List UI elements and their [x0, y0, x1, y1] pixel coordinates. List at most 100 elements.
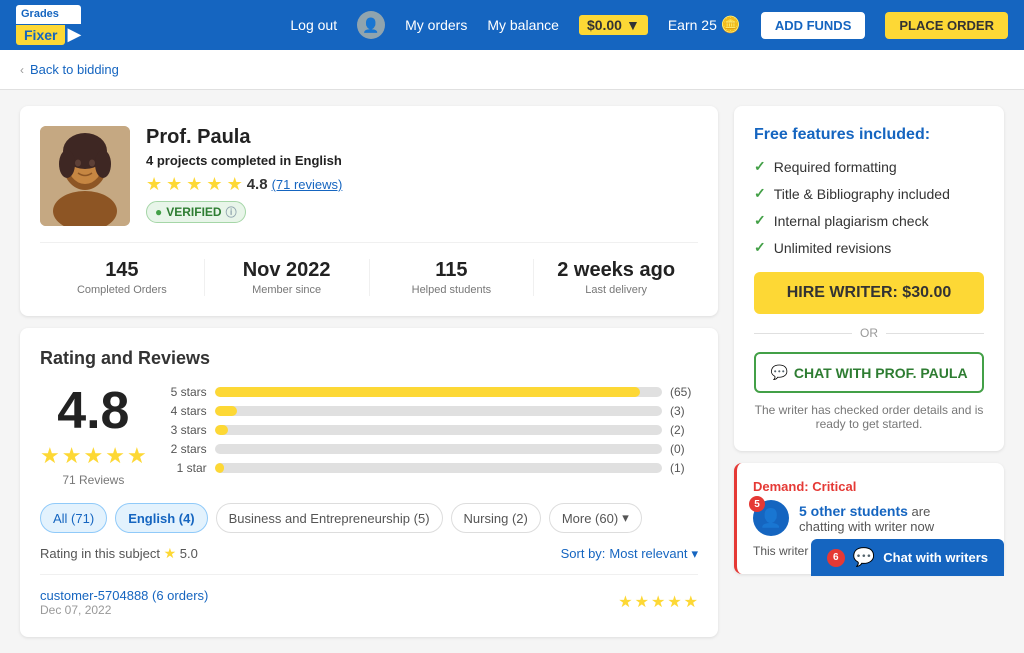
- check-icon-1: ✓: [754, 158, 766, 175]
- demand-label: Demand: Critical: [753, 479, 988, 494]
- writer-name: Prof. Paula: [146, 126, 342, 149]
- bar-count-5: (65): [670, 385, 698, 399]
- star-5: ★: [227, 174, 243, 195]
- big-star-3: ★: [83, 443, 103, 469]
- my-orders-link[interactable]: My orders: [405, 17, 467, 33]
- demand-avatar-icon: 👤: [760, 508, 782, 529]
- profile-image: [40, 126, 130, 226]
- feature-revisions: ✓ Unlimited revisions: [754, 239, 984, 256]
- chat-with-writer-button[interactable]: 💬 CHAT WITH PROF. PAULA: [754, 352, 984, 393]
- logo-grades: Grades: [16, 5, 81, 24]
- big-rating: 4.8 ★ ★ ★ ★ ★ 71 Reviews: [40, 385, 147, 487]
- logo: Grades Fixer ▶: [16, 5, 81, 45]
- stat-num-member: Nov 2022: [205, 259, 369, 282]
- reviews-title: Rating and Reviews: [40, 348, 698, 369]
- stat-completed-orders: 145 Completed Orders: [40, 259, 204, 296]
- rev-star-3: ★: [651, 592, 665, 612]
- info-icon: ⓘ: [226, 204, 237, 220]
- free-features-title: Free features included:: [754, 126, 984, 144]
- balance-dropdown-icon[interactable]: ▼: [626, 17, 640, 33]
- rev-star-2: ★: [635, 592, 649, 612]
- breadcrumb-arrow-icon: ‹: [20, 63, 24, 77]
- review-stars: ★ ★ ★ ★ ★: [618, 592, 698, 612]
- feature-label-4: Unlimited revisions: [774, 240, 891, 256]
- rating-subject-info: Rating in this subject ★ 5.0: [40, 545, 198, 562]
- feature-formatting: ✓ Required formatting: [754, 158, 984, 175]
- rev-star-1: ★: [618, 592, 632, 612]
- bar-row-4: 4 stars (3): [167, 404, 698, 418]
- header-nav: Log out 👤 My orders My balance $0.00 ▼ E…: [290, 11, 1008, 39]
- bar-track-3: [215, 425, 662, 435]
- bar-fill-5: [215, 387, 640, 397]
- demand-info: 👤 5 5 other students arechatting with wr…: [753, 500, 988, 536]
- or-text: OR: [860, 326, 878, 340]
- profile-language: English: [295, 153, 342, 168]
- stat-num-delivery: 2 weeks ago: [534, 259, 698, 282]
- big-star-5: ★: [127, 443, 147, 469]
- reviews-link[interactable]: (71 reviews): [272, 177, 343, 192]
- stat-label-students: Helped students: [370, 284, 534, 296]
- feature-bibliography: ✓ Title & Bibliography included: [754, 185, 984, 202]
- coin-icon: 🪙: [721, 15, 741, 35]
- verified-label: VERIFIED: [166, 205, 221, 219]
- feature-label-2: Title & Bibliography included: [774, 186, 950, 202]
- profile-projects: 4 projects completed in English: [146, 153, 342, 168]
- stat-label-delivery: Last delivery: [534, 284, 698, 296]
- hire-writer-button[interactable]: HIRE WRITER: $30.00: [754, 272, 984, 314]
- verified-badge: ● VERIFIED ⓘ: [146, 201, 246, 223]
- chat-float-label: Chat with writers: [883, 550, 988, 565]
- bar-label-1: 1 star: [167, 461, 207, 475]
- profile-card: Prof. Paula 4 projects completed in Engl…: [20, 106, 718, 316]
- stat-label-member: Member since: [205, 284, 369, 296]
- review-item: customer-5704888 (6 orders) Dec 07, 2022…: [40, 574, 698, 617]
- bar-label-2: 2 stars: [167, 442, 207, 456]
- filter-tab-business[interactable]: Business and Entrepreneurship (5): [216, 503, 443, 533]
- demand-status: Critical: [812, 479, 856, 494]
- bar-count-4: (3): [670, 404, 698, 418]
- demand-text: 5 other students arechatting with writer…: [799, 503, 934, 534]
- rating-subject-row: Rating in this subject ★ 5.0 Sort by: Mo…: [40, 545, 698, 562]
- logout-link[interactable]: Log out: [290, 17, 337, 33]
- avatar[interactable]: 👤: [357, 11, 385, 39]
- big-rating-stars: ★ ★ ★ ★ ★: [40, 443, 147, 469]
- bar-track-5: [215, 387, 662, 397]
- rating-subject-value: 5.0: [180, 546, 198, 561]
- bar-fill-3: [215, 425, 228, 435]
- filter-tabs: All (71) English (4) Business and Entrep…: [40, 503, 698, 533]
- reviews-card: Rating and Reviews 4.8 ★ ★ ★ ★ ★ 71 Revi…: [20, 328, 718, 637]
- bars-container: 5 stars (65) 4 stars (3) 3 stars (2): [167, 385, 698, 480]
- logo-arrow-icon: ▶: [67, 24, 81, 45]
- earn-label: Earn 25: [668, 17, 717, 33]
- bar-count-2: (0): [670, 442, 698, 456]
- demand-text-label: Demand:: [753, 479, 809, 494]
- check-icon-2: ✓: [754, 185, 766, 202]
- left-column: Prof. Paula 4 projects completed in Engl…: [20, 106, 718, 637]
- filter-tab-english[interactable]: English (4): [115, 503, 207, 533]
- bar-fill-1: [215, 463, 224, 473]
- place-order-button[interactable]: PLACE ORDER: [885, 12, 1008, 39]
- profile-stars: ★ ★ ★ ★ ★ 4.8 (71 reviews): [146, 174, 342, 195]
- back-to-bidding-link[interactable]: Back to bidding: [30, 62, 119, 77]
- profile-stats: 145 Completed Orders Nov 2022 Member sin…: [40, 242, 698, 296]
- feature-plagiarism: ✓ Internal plagiarism check: [754, 212, 984, 229]
- balance-badge: $0.00 ▼: [579, 15, 648, 35]
- chat-float-button[interactable]: 6 💬 Chat with writers: [811, 539, 1004, 576]
- big-star-4: ★: [105, 443, 125, 469]
- filter-tab-more[interactable]: More (60) ▾: [549, 503, 642, 533]
- demand-avatar-wrap: 👤 5: [753, 500, 789, 536]
- chat-float-icon: 💬: [853, 547, 875, 568]
- filter-tab-all[interactable]: All (71): [40, 503, 107, 533]
- demand-students-count: 5 other students: [799, 503, 908, 519]
- stat-member-since: Nov 2022 Member since: [204, 259, 369, 296]
- bar-row-5: 5 stars (65): [167, 385, 698, 399]
- earn-btn[interactable]: Earn 25 🪙: [668, 15, 741, 35]
- stat-last-delivery: 2 weeks ago Last delivery: [533, 259, 698, 296]
- add-funds-button[interactable]: ADD FUNDS: [761, 12, 866, 39]
- filter-tab-nursing[interactable]: Nursing (2): [451, 503, 541, 533]
- sort-button[interactable]: Sort by: Most relevant ▾: [561, 546, 698, 562]
- free-features-card: Free features included: ✓ Required forma…: [734, 106, 1004, 451]
- chevron-down-icon: ▾: [622, 510, 629, 526]
- header: Grades Fixer ▶ Log out 👤 My orders My ba…: [0, 0, 1024, 50]
- stat-num-students: 115: [370, 259, 534, 282]
- bar-track-4: [215, 406, 662, 416]
